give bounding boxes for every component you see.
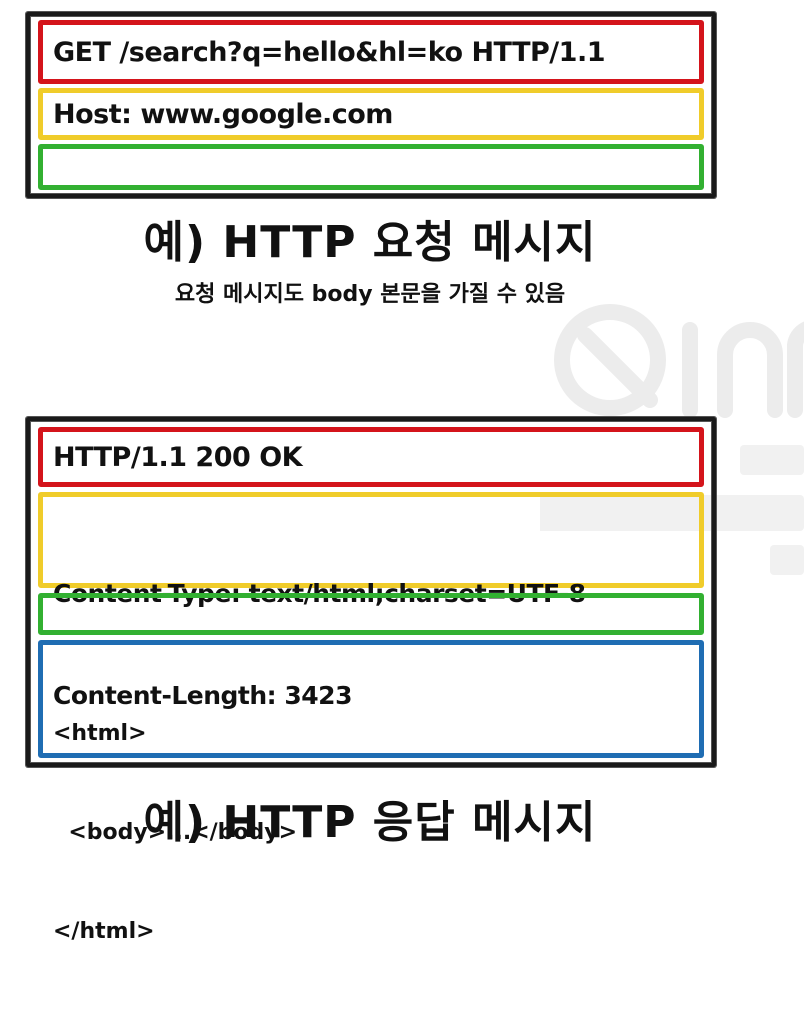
http-response-message: HTTP/1.1 200 OK Content-Type: text/html;… — [26, 417, 716, 944]
request-start-line: GET /search?q=hello&hl=ko HTTP/1.1 — [38, 20, 704, 84]
request-caption: 예) HTTP 요청 메시지 — [143, 217, 597, 268]
response-blank-line — [38, 593, 704, 635]
response-caption: 예) HTTP 응답 메시지 — [143, 797, 597, 848]
response-status-line: HTTP/1.1 200 OK — [38, 427, 704, 487]
response-body: <html> <body>...</body> </html> — [38, 640, 704, 944]
body-line: <html> — [53, 721, 147, 746]
request-note: 요청 메시지도 body 본문을 가질 수 있음 — [174, 282, 566, 307]
request-blank-line — [38, 144, 704, 190]
body-line: </html> — [53, 919, 155, 944]
request-header: Host: www.google.com — [38, 88, 704, 140]
response-headers: Content-Type: text/html;charset=UTF-8 Co… — [38, 492, 704, 710]
http-request-message: GET /search?q=hello&hl=ko HTTP/1.1 Host:… — [26, 12, 716, 198]
